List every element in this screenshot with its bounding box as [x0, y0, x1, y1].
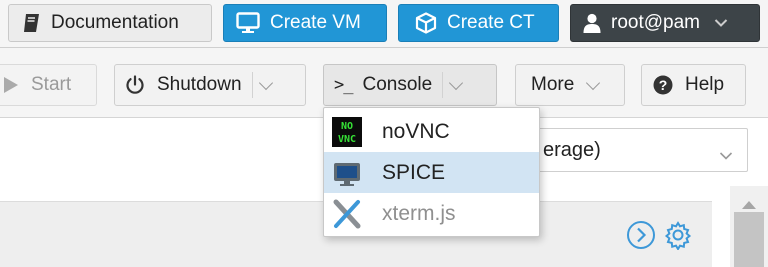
chevron-down-icon [449, 75, 464, 90]
svg-text:VNC: VNC [338, 134, 356, 145]
create-vm-button[interactable]: Create VM [223, 4, 387, 42]
help-label: Help [685, 74, 725, 95]
shutdown-button[interactable]: Shutdown [114, 64, 306, 106]
terminal-prompt-icon: >_ [334, 75, 354, 95]
xterm-icon [332, 199, 362, 229]
circle-chevron-right-icon[interactable] [626, 220, 656, 256]
power-icon [125, 75, 145, 95]
help-button[interactable]: ? Help [641, 64, 746, 106]
play-icon [3, 76, 19, 94]
menu-item-novnc[interactable]: NO VNC noVNC [324, 111, 539, 152]
shutdown-label: Shutdown [157, 74, 242, 95]
monitor-icon [236, 12, 260, 34]
more-button[interactable]: More [515, 64, 625, 106]
console-label: Console [362, 74, 433, 95]
chevron-down-icon [586, 75, 601, 90]
menu-item-spice[interactable]: SPICE [324, 152, 539, 193]
help-circle-icon: ? [653, 75, 673, 95]
menu-item-label: SPICE [382, 160, 446, 184]
book-icon [23, 13, 41, 33]
svg-text:NO: NO [341, 121, 353, 132]
create-ct-label: Create CT [447, 12, 535, 33]
user-icon [583, 13, 601, 33]
cube-icon [415, 12, 437, 34]
create-ct-button[interactable]: Create CT [398, 4, 559, 42]
gear-icon[interactable] [663, 220, 693, 256]
start-button[interactable]: Start [0, 64, 97, 106]
scrollbar[interactable] [730, 186, 768, 267]
timeframe-combobox[interactable]: erage) [520, 128, 748, 172]
chevron-down-icon [714, 12, 728, 34]
menu-item-label: xterm.js [382, 201, 456, 225]
start-label: Start [31, 74, 72, 95]
more-label: More [531, 74, 575, 95]
user-menu-button[interactable]: root@pam [570, 4, 760, 42]
documentation-label: Documentation [51, 12, 179, 33]
chevron-down-icon [719, 145, 733, 167]
menu-item-xtermjs[interactable]: xterm.js [324, 193, 539, 234]
novnc-icon: NO VNC [332, 116, 362, 147]
console-button[interactable]: >_ Console [323, 64, 497, 106]
timeframe-combobox-value: erage) [543, 139, 601, 161]
user-label: root@pam [611, 12, 700, 33]
scrollbar-thumb[interactable] [734, 212, 764, 267]
documentation-button[interactable]: Documentation [8, 4, 212, 42]
svg-text:?: ? [659, 77, 668, 93]
create-vm-label: Create VM [270, 12, 361, 33]
chevron-down-icon [258, 75, 273, 90]
spice-monitor-icon [332, 158, 362, 188]
menu-item-label: noVNC [382, 119, 450, 143]
console-dropdown-menu: NO VNC noVNC SPICE xterm.js [323, 107, 540, 237]
